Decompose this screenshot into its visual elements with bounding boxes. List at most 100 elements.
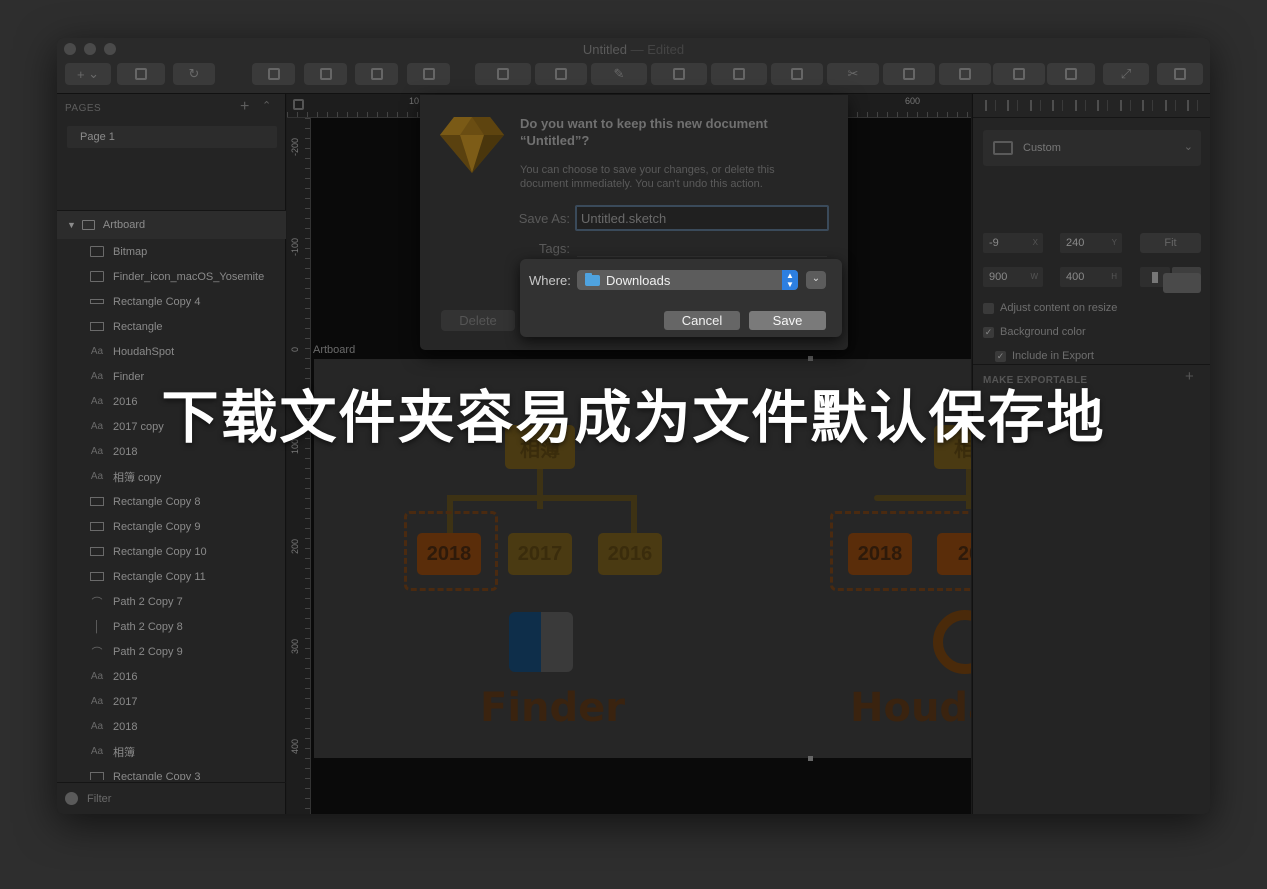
artboard-layer[interactable]: ▼ Artboard [57,211,286,239]
layer-name: Rectangle Copy 3 [113,770,201,781]
align-center-icon[interactable] [1007,100,1019,111]
plus-icon: + [76,66,85,82]
align-bottom-icon[interactable] [1119,100,1131,111]
save-as-label: Save As: [518,211,570,226]
insert-button[interactable]: + ⌄ [65,63,111,85]
page-item-1[interactable]: Page 1 [67,126,277,148]
layer-item[interactable]: Rectangle [57,314,286,339]
layer-item[interactable]: Rectangle Copy 11 [57,564,286,589]
ruler-label-neg100: -100 [290,237,300,256]
text-icon [90,346,104,357]
disclosure-triangle-icon[interactable]: ▼ [67,220,76,230]
layer-style-button[interactable] [117,63,165,85]
align-right-icon[interactable] [1029,100,1041,111]
ruler-label-300: 300 [290,638,300,654]
spacing-icon[interactable] [1187,100,1199,111]
delete-button[interactable]: Delete [441,310,515,331]
inspector-panel: Custom ⌄ -9 X 240 Y Fit 900 W 400 H Adjust c… [972,94,1210,814]
align-middle-icon[interactable] [1097,100,1109,111]
group-button[interactable] [252,63,295,85]
flatten-button[interactable] [771,63,823,85]
transform-button[interactable] [535,63,587,85]
filter-bar[interactable]: Filter [57,782,286,814]
ungroup-button[interactable] [304,63,347,85]
collapse-pages-icon[interactable]: ⌃ [262,99,271,112]
expand-dialog-button[interactable]: ⌄ [806,271,826,289]
artboard-preset-select[interactable]: Custom ⌄ [983,130,1201,166]
scale-button[interactable] [711,63,767,85]
layer-name: Rectangle Copy 10 [113,545,207,558]
difference-button[interactable] [1047,63,1095,85]
adjust-content-checkbox[interactable] [983,302,994,314]
union-button[interactable] [883,63,935,85]
layer-item[interactable]: 相簿 copy [57,464,286,489]
tags-label: Tags: [538,241,570,256]
background-color-row[interactable]: ✓ Background color [983,326,1086,338]
layer-name: 2018 [113,720,138,733]
height-field[interactable]: 400 H [1060,267,1122,287]
edit-button[interactable] [475,63,531,85]
filename-input[interactable]: Untitled.sketch [575,205,829,231]
resize-handle-bottom[interactable] [808,756,813,761]
rotate-copies-button[interactable]: ↻ [173,63,215,85]
year-node-2016: 2016 [598,533,662,575]
dialog-message: You can choose to save your changes, or … [520,164,775,190]
include-export-checkbox[interactable]: ✓ [995,350,1006,362]
layer-item[interactable]: Path 2 Copy 9 [57,639,286,664]
x-field[interactable]: -9 X [983,233,1043,253]
subtract-button[interactable] [939,63,991,85]
layer-name: Rectangle Copy 11 [113,570,206,583]
scissors-button[interactable]: ✂ [827,63,879,85]
houdahspot-icon [933,610,971,674]
adjust-content-row[interactable]: Adjust content on resize [983,302,1117,314]
layer-item[interactable]: Rectangle Copy 8 [57,489,286,514]
background-color-checkbox[interactable]: ✓ [983,326,994,338]
cancel-button[interactable]: Cancel [664,311,740,330]
intersect-button[interactable] [993,63,1045,85]
mirror-button[interactable]: ⤢ [1103,63,1149,85]
forward-button[interactable] [355,63,398,85]
difference-icon [1065,68,1077,80]
layer-item[interactable]: HoudahSpot [57,339,286,364]
view-button[interactable] [1157,63,1203,85]
layer-item[interactable]: Finder_icon_macOS_Yosemite [57,264,286,289]
align-top-icon[interactable] [1074,100,1086,111]
layer-list: ▼ Artboard Bitmap Finder_icon_macOS_Yosem… [57,210,286,780]
layer-item[interactable]: Bitmap [57,239,286,264]
layer-item[interactable]: Rectangle Copy 3 [57,764,286,780]
tidy-icon[interactable] [1164,100,1176,111]
include-export-row[interactable]: ✓ Include in Export [995,350,1094,362]
mask-button[interactable] [651,63,707,85]
background-color-swatch[interactable] [1163,273,1201,293]
layer-item[interactable]: Rectangle Copy 9 [57,514,286,539]
layer-item[interactable]: 2016 [57,664,286,689]
distribute-h-icon[interactable] [1052,100,1064,111]
text-icon [90,746,104,757]
layer-item[interactable]: Path 2 Copy 7 [57,589,286,614]
where-label: Where: [529,273,571,288]
window-title: Untitled — Edited [57,42,1210,57]
tags-input[interactable] [577,237,827,257]
resize-handle-top[interactable] [808,356,813,361]
pencil-button[interactable]: ✎ [591,63,647,85]
add-page-icon[interactable]: + [240,98,249,116]
fit-button[interactable]: Fit [1140,233,1201,253]
layer-item[interactable]: Rectangle Copy 10 [57,539,286,564]
y-field[interactable]: 240 Y [1060,233,1122,253]
lock-icon[interactable] [293,99,304,110]
layer-item[interactable]: 2018 [57,714,286,739]
sketch-app-icon [440,117,504,173]
save-button[interactable]: Save [749,311,826,330]
union-icon [903,68,915,80]
layer-item[interactable]: Path 2 Copy 8 [57,614,286,639]
align-left-icon[interactable] [984,100,996,111]
artboard-title[interactable]: Artboard [313,344,355,356]
backward-button[interactable] [407,63,450,85]
layer-item[interactable]: 2017 [57,689,286,714]
where-location-select[interactable]: Downloads ▲ ▼ [577,270,798,290]
rotate-icon: ↻ [188,66,200,81]
width-field[interactable]: 900 W [983,267,1043,287]
distribute-v-icon[interactable] [1142,100,1154,111]
layer-item[interactable]: 相簿 [57,739,286,764]
layer-item[interactable]: Rectangle Copy 4 [57,289,286,314]
